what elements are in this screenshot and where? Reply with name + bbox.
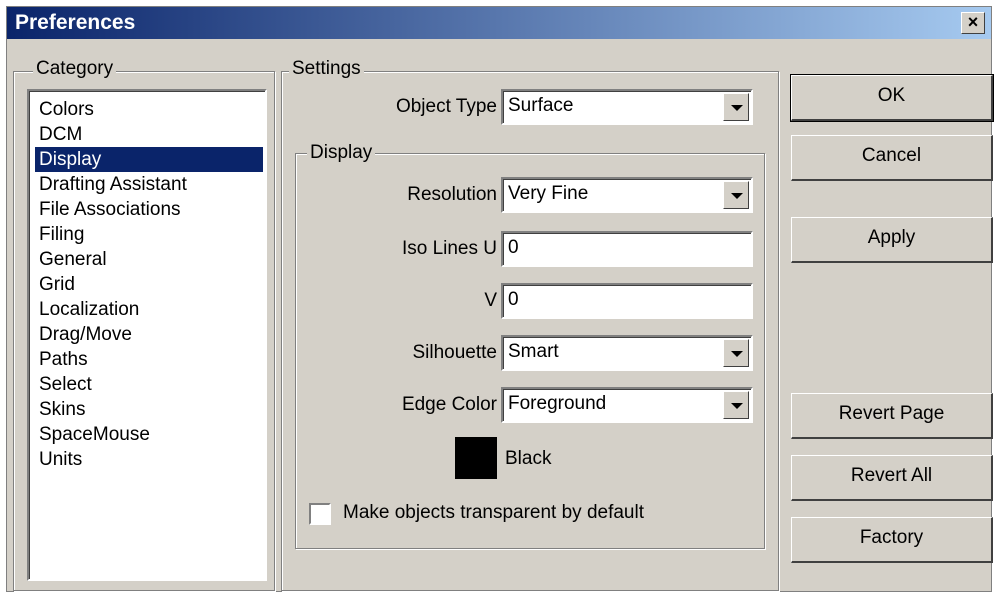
category-item-paths[interactable]: Paths: [35, 347, 263, 372]
iso-lines-v-input[interactable]: 0: [501, 283, 753, 319]
category-item-filing[interactable]: Filing: [35, 222, 263, 247]
category-item-localization[interactable]: Localization: [35, 297, 263, 322]
transparent-checkbox[interactable]: [309, 503, 331, 525]
apply-button[interactable]: Apply: [791, 217, 993, 263]
close-icon: ×: [967, 12, 979, 32]
resolution-value: Very Fine: [508, 183, 589, 204]
silhouette-dropdown-button[interactable]: [723, 339, 749, 367]
revert-page-button[interactable]: Revert Page: [791, 393, 993, 439]
category-item-units[interactable]: Units: [35, 447, 263, 472]
cancel-button[interactable]: Cancel: [791, 135, 993, 181]
resolution-dropdown[interactable]: Very Fine: [501, 177, 753, 213]
edge-color-dropdown[interactable]: Foreground: [501, 387, 753, 423]
silhouette-value: Smart: [508, 341, 559, 362]
iso-lines-v-label: V: [484, 290, 497, 311]
iso-lines-u-label: Iso Lines U: [401, 238, 497, 259]
category-item-colors[interactable]: Colors: [35, 97, 263, 122]
category-item-display[interactable]: Display: [35, 147, 263, 172]
category-item-dcm[interactable]: DCM: [35, 122, 263, 147]
category-item-file-associations[interactable]: File Associations: [35, 197, 263, 222]
category-item-drag-move[interactable]: Drag/Move: [35, 322, 263, 347]
category-item-drafting-assistant[interactable]: Drafting Assistant: [35, 172, 263, 197]
title-bar[interactable]: Preferences ×: [7, 7, 991, 39]
category-item-spacemouse[interactable]: SpaceMouse: [35, 422, 263, 447]
object-type-label: Object Type: [395, 96, 497, 117]
silhouette-dropdown[interactable]: Smart: [501, 335, 753, 371]
category-item-grid[interactable]: Grid: [35, 272, 263, 297]
dialog-title: Preferences: [15, 11, 136, 34]
category-item-skins[interactable]: Skins: [35, 397, 263, 422]
display-legend: Display: [307, 143, 376, 163]
close-button[interactable]: ×: [961, 12, 985, 34]
category-legend: Category: [33, 59, 117, 79]
resolution-label: Resolution: [407, 184, 497, 205]
object-type-dropdown[interactable]: Surface: [501, 89, 753, 125]
ok-button[interactable]: OK: [790, 74, 994, 122]
edge-color-swatch[interactable]: [455, 437, 497, 479]
factory-button[interactable]: Factory: [791, 517, 993, 563]
transparent-label: Make objects transparent by default: [343, 502, 645, 523]
edge-color-value: Foreground: [508, 393, 607, 414]
category-item-select[interactable]: Select: [35, 372, 263, 397]
edge-color-label: Edge Color: [401, 394, 497, 415]
edge-color-name: Black: [505, 448, 552, 469]
revert-all-button[interactable]: Revert All: [791, 455, 993, 501]
edge-color-dropdown-button[interactable]: [723, 391, 749, 419]
preferences-dialog: Preferences × Category Colors DCM Displa…: [6, 6, 994, 592]
settings-legend: Settings: [289, 59, 364, 79]
resolution-dropdown-button[interactable]: [723, 181, 749, 209]
category-list[interactable]: Colors DCM Display Drafting Assistant Fi…: [27, 89, 267, 581]
silhouette-label: Silhouette: [412, 342, 497, 363]
iso-lines-u-input[interactable]: 0: [501, 231, 753, 267]
category-item-general[interactable]: General: [35, 247, 263, 272]
object-type-value: Surface: [508, 95, 574, 116]
object-type-dropdown-button[interactable]: [723, 93, 749, 121]
